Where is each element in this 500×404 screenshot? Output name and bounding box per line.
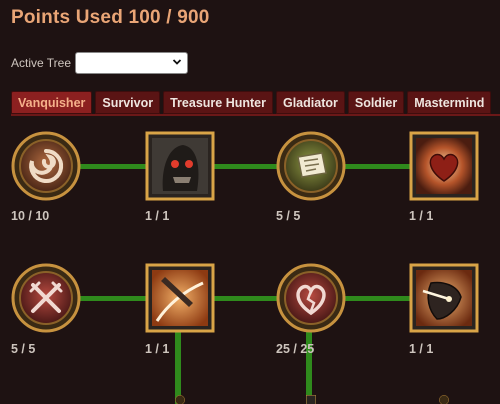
chevron-down-icon — [172, 59, 182, 65]
tab-treasure-hunter[interactable]: Treasure Hunter — [163, 91, 273, 114]
talent-node[interactable] — [276, 131, 346, 201]
rank-label: 10 / 10 — [11, 209, 50, 223]
talent-node[interactable] — [11, 263, 81, 333]
tab-soldier[interactable]: Soldier — [347, 91, 405, 114]
rank-label: 5 / 5 — [11, 342, 36, 356]
heart-icon — [409, 131, 479, 201]
tab-mastermind[interactable]: Mastermind — [407, 91, 492, 114]
rank-label: 25 / 25 — [276, 342, 315, 356]
talent-frame-icon — [439, 395, 449, 404]
skull-warrior-icon — [145, 131, 215, 201]
talent-node[interactable] — [409, 263, 479, 333]
rank-label: 5 / 5 — [276, 209, 301, 223]
connector — [175, 330, 181, 404]
connector — [80, 296, 410, 301]
talent-node[interactable] — [145, 131, 215, 201]
tab-underline — [11, 114, 500, 116]
talent-node[interactable] — [409, 395, 479, 404]
tab-survivor[interactable]: Survivor — [95, 91, 161, 114]
rank-label: 1 / 1 — [409, 209, 434, 223]
crossed-blades-icon — [11, 263, 81, 333]
swirl-icon — [11, 131, 81, 201]
talent-node[interactable] — [11, 131, 81, 201]
points-used-title: Points Used 100 / 900 — [11, 7, 210, 28]
tab-gladiator[interactable]: Gladiator — [275, 91, 345, 114]
talent-node[interactable] — [409, 131, 479, 201]
talent-node[interactable] — [145, 263, 215, 333]
active-tree-select[interactable] — [75, 52, 189, 74]
rank-label: 1 / 1 — [145, 209, 170, 223]
shield-break-icon — [409, 263, 479, 333]
active-tree-row: Active Tree — [11, 52, 189, 74]
tree-tabs: Vanquisher Survivor Treasure Hunter Glad… — [11, 91, 492, 114]
dagger-slash-icon — [145, 263, 215, 333]
rank-label: 1 / 1 — [145, 342, 170, 356]
talent-frame-icon — [175, 395, 185, 404]
talent-frame-icon — [306, 395, 316, 404]
tab-vanquisher[interactable]: Vanquisher — [11, 91, 93, 114]
talent-node[interactable] — [276, 395, 346, 404]
broken-heart-icon — [276, 263, 346, 333]
rank-label: 1 / 1 — [409, 342, 434, 356]
talent-node[interactable] — [276, 263, 346, 333]
active-tree-label: Active Tree — [11, 56, 72, 70]
scroll-icon — [276, 131, 346, 201]
connector — [80, 164, 410, 169]
talent-node[interactable] — [145, 395, 215, 404]
